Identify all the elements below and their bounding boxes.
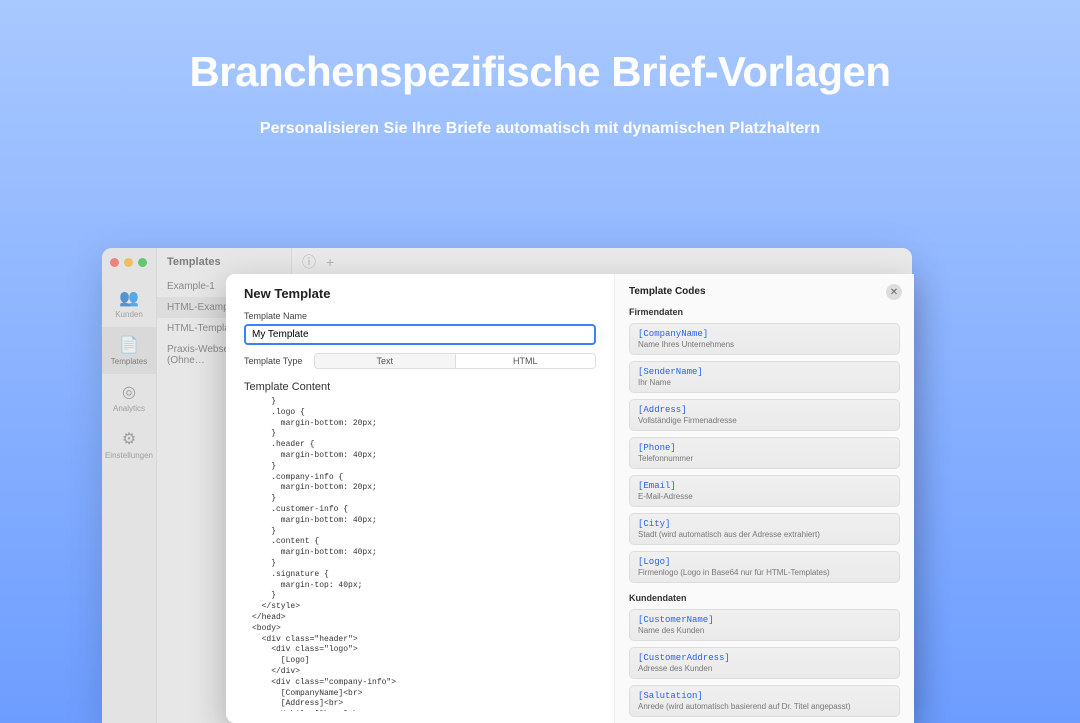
code-card[interactable]: [Address]Vollständige Firmenadresse bbox=[629, 399, 900, 431]
people-icon: 👥 bbox=[119, 288, 139, 308]
code-desc: Telefonnummer bbox=[638, 454, 891, 463]
code-desc: Vollständige Firmenadresse bbox=[638, 416, 891, 425]
modal-title: New Template bbox=[244, 286, 596, 301]
gear-icon: ⚙ bbox=[122, 429, 136, 449]
sidebar-nav: 👥 Kunden 📄 Templates ◎ Analytics ⚙ Einst… bbox=[102, 248, 157, 723]
code-name: [CustomerAddress] bbox=[638, 653, 891, 663]
code-name: [Email] bbox=[638, 481, 891, 491]
code-card[interactable]: [SenderName]Ihr Name bbox=[629, 361, 900, 393]
section-kundendaten: Kundendaten bbox=[629, 593, 900, 603]
template-name-input[interactable] bbox=[244, 324, 596, 345]
code-card[interactable]: [CustomerAddress]Adresse des Kunden bbox=[629, 647, 900, 679]
nav-label: Einstellungen bbox=[105, 451, 153, 460]
list-header: Templates bbox=[157, 248, 291, 276]
hero-subtitle: Personalisieren Sie Ihre Briefe automati… bbox=[0, 120, 1080, 138]
info-icon[interactable]: ⓘ bbox=[302, 252, 316, 272]
name-label: Template Name bbox=[244, 311, 596, 321]
maximize-window-icon[interactable] bbox=[138, 258, 147, 267]
code-desc: Ihr Name bbox=[638, 378, 891, 387]
code-desc: Stadt (wird automatisch aus der Adresse … bbox=[638, 530, 891, 539]
code-card[interactable]: [CompanyName]Name Ihres Unternehmens bbox=[629, 323, 900, 355]
code-name: [Address] bbox=[638, 405, 891, 415]
close-icon[interactable]: ✕ bbox=[886, 284, 902, 300]
code-desc: Firmenlogo (Logo in Base64 nur für HTML-… bbox=[638, 568, 891, 577]
section-firmendaten: Firmendaten bbox=[629, 307, 900, 317]
nav-label: Templates bbox=[111, 357, 147, 366]
toolbar: ⓘ + bbox=[292, 248, 912, 276]
code-card[interactable]: [Email]E-Mail-Adresse bbox=[629, 475, 900, 507]
code-name: [City] bbox=[638, 519, 891, 529]
target-icon: ◎ bbox=[122, 382, 136, 402]
hero-title: Branchenspezifische Brief-Vorlagen bbox=[0, 48, 1080, 96]
code-desc: Anrede (wird automatisch basierend auf D… bbox=[638, 702, 891, 711]
document-icon: 📄 bbox=[119, 335, 139, 355]
type-label: Template Type bbox=[244, 356, 314, 366]
nav-einstellungen[interactable]: ⚙ Einstellungen bbox=[102, 421, 156, 468]
code-name: [SenderName] bbox=[638, 367, 891, 377]
nav-label: Kunden bbox=[115, 310, 143, 319]
seg-text[interactable]: Text bbox=[315, 354, 455, 368]
modal-form: New Template Template Name Template Type… bbox=[226, 274, 614, 723]
nav-kunden[interactable]: 👥 Kunden bbox=[102, 280, 156, 327]
type-segmented[interactable]: Text HTML bbox=[314, 353, 596, 369]
minimize-window-icon[interactable] bbox=[124, 258, 133, 267]
code-name: [Salutation] bbox=[638, 691, 891, 701]
template-codes-panel: Template Codes Firmendaten [CompanyName]… bbox=[614, 274, 914, 723]
code-name: [CustomerName] bbox=[638, 615, 891, 625]
code-name: [Phone] bbox=[638, 443, 891, 453]
close-window-icon[interactable] bbox=[110, 258, 119, 267]
nav-templates[interactable]: 📄 Templates bbox=[102, 327, 156, 374]
nav-analytics[interactable]: ◎ Analytics bbox=[102, 374, 156, 421]
code-card[interactable]: [Phone]Telefonnummer bbox=[629, 437, 900, 469]
nav-label: Analytics bbox=[113, 404, 145, 413]
code-card[interactable]: [Salutation]Anrede (wird automatisch bas… bbox=[629, 685, 900, 717]
codes-header: Template Codes bbox=[629, 286, 900, 297]
code-name: [Logo] bbox=[638, 557, 891, 567]
code-card[interactable]: [City]Stadt (wird automatisch aus der Ad… bbox=[629, 513, 900, 545]
traffic-lights bbox=[110, 258, 147, 267]
code-desc: Name Ihres Unternehmens bbox=[638, 340, 891, 349]
code-card[interactable]: [CustomerName]Name des Kunden bbox=[629, 609, 900, 641]
new-template-modal: New Template Template Name Template Type… bbox=[226, 274, 914, 723]
template-code-editor[interactable]: } .logo { margin-bottom: 20px; } .header… bbox=[244, 397, 596, 711]
seg-html[interactable]: HTML bbox=[455, 354, 596, 368]
code-name: [CompanyName] bbox=[638, 329, 891, 339]
content-label: Template Content bbox=[244, 381, 596, 393]
code-card[interactable]: [Logo]Firmenlogo (Logo in Base64 nur für… bbox=[629, 551, 900, 583]
code-desc: Adresse des Kunden bbox=[638, 664, 891, 673]
code-desc: Name des Kunden bbox=[638, 626, 891, 635]
code-desc: E-Mail-Adresse bbox=[638, 492, 891, 501]
plus-icon[interactable]: + bbox=[326, 254, 334, 270]
